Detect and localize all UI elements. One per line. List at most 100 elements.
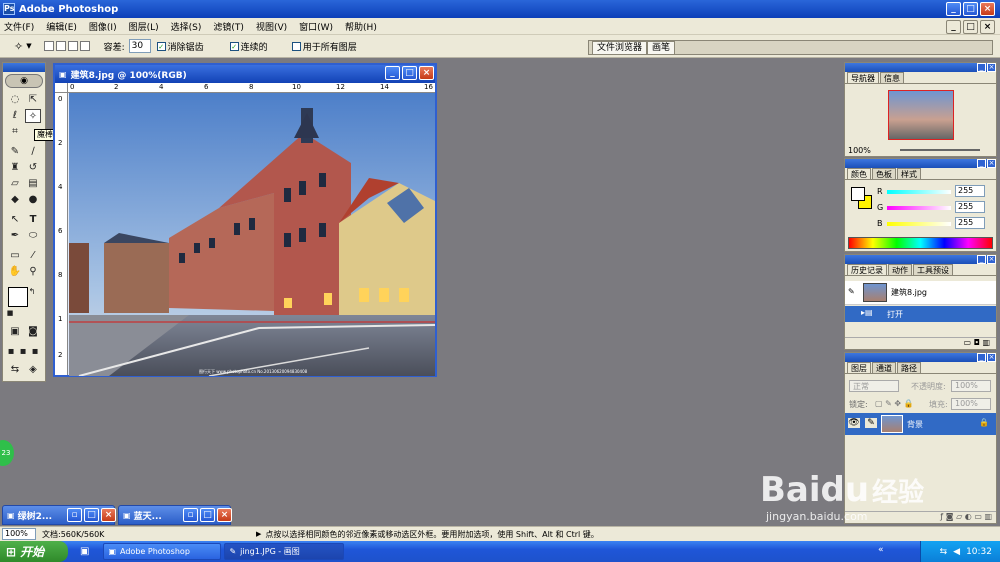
notes-tool-icon[interactable]: ▭ [7,249,23,263]
marquee-tool-icon[interactable]: ◌ [7,93,23,107]
doc-win-close-button[interactable]: × [419,66,434,80]
contiguous-checkbox[interactable]: ✓ [229,41,239,51]
minimize-button[interactable]: _ [946,2,961,16]
healing-brush-icon[interactable]: ✎ [7,145,23,159]
tab-styles[interactable]: 样式 [897,168,921,179]
doc-win-maximize-button[interactable]: □ [402,66,417,80]
crop-tool-icon[interactable]: ⌗ [7,125,23,139]
new-document-icon[interactable]: ▭ [963,338,971,347]
tab-info[interactable]: 信息 [880,72,904,83]
maximize-button[interactable]: □ [200,508,215,522]
maximize-button[interactable]: □ [84,508,99,522]
menu-filter[interactable]: 滤镜(T) [213,20,244,33]
lock-icons[interactable]: ▢ ✎ ✥ 🔒 [875,399,914,408]
taskbar-item-photoshop[interactable]: ▣ Adobe Photoshop [103,543,222,560]
screen-mode-standard-icon[interactable]: ▪ [5,345,17,359]
r-slider[interactable] [887,190,951,194]
pen-tool-icon[interactable]: ✒ [7,229,23,243]
standard-mode-icon[interactable]: ▣ [7,325,23,339]
history-step-row[interactable]: ▸▤ 打开 [845,306,996,322]
zoom-tool-icon[interactable]: ⚲ [25,265,41,279]
dodge-tool-icon[interactable]: ● [25,193,41,207]
quick-launch-icon[interactable]: ▣ [80,546,89,557]
menu-help[interactable]: 帮助(H) [345,20,377,33]
doc-minimize-button[interactable]: _ [946,20,961,34]
default-colors-icon[interactable]: ■ [6,306,14,320]
menu-file[interactable]: 文件(F) [4,20,34,33]
screen-mode-full-menu-icon[interactable]: ▪ [17,345,29,359]
fill-input[interactable]: 100% [951,398,991,410]
color-spectrum-bar[interactable] [848,237,993,249]
eye-visibility-icon[interactable]: 👁 [848,418,860,428]
all-layers-checkbox[interactable] [291,41,301,51]
hand-tool-icon[interactable]: ✋ [7,265,23,279]
clock[interactable]: 10:32 [966,547,992,557]
new-selection-icon[interactable] [43,41,54,51]
opacity-input[interactable]: 100% [951,380,991,392]
status-arrow-icon[interactable]: ▶ [256,530,261,538]
document-title-bar[interactable]: ▣ 建筑8.jpg @ 100%(RGB) _ □ × [55,65,435,83]
navigator-zoom[interactable]: 100% [848,146,871,155]
panel-minimize-icon[interactable]: _ [977,159,986,168]
taskbar-item-paint[interactable]: ✎ jing1.JPG - 画图 [224,543,345,560]
floating-badge[interactable]: 23 [0,440,14,466]
panel-close-icon[interactable]: × [987,63,996,72]
lasso-tool-icon[interactable]: ℓ [7,109,23,123]
panel-close-icon[interactable]: × [987,159,996,168]
status-zoom-input[interactable]: 100% [2,528,36,540]
start-button[interactable]: ⊞ 开始 [0,541,68,562]
layer-row-background[interactable]: 👁 ✎ 背景 🔒 [845,413,996,435]
navigator-thumbnail[interactable] [888,90,954,140]
snapshot-icon[interactable]: ◘ [974,338,980,347]
panel-minimize-icon[interactable]: _ [977,353,986,362]
blend-mode-select[interactable]: 正常 [849,380,899,392]
brush-link-icon[interactable]: ✎ [865,418,877,428]
swap-colors-icon[interactable]: ↰ [27,285,37,299]
panel-close-icon[interactable]: × [987,255,996,264]
b-slider[interactable] [887,222,951,226]
close-button[interactable]: × [980,2,995,16]
magic-wand-icon[interactable]: ✧ [14,40,23,53]
file-browser-tab[interactable]: 文件浏览器 [592,40,648,55]
volume-icon[interactable]: ◀ [953,547,960,557]
r-value[interactable]: 255 [955,185,985,197]
tab-channels[interactable]: 通道 [872,362,896,373]
history-brush-source-icon[interactable]: ✎ [848,287,855,296]
jump-to-imageready-icon[interactable]: ⇆ [7,363,23,377]
close-button[interactable]: × [101,508,116,522]
blur-tool-icon[interactable]: ◆ [7,193,23,207]
doc-close-button[interactable]: × [980,20,995,34]
panel-close-icon[interactable]: × [987,353,996,362]
brushes-tab[interactable]: 画笔 [647,40,676,55]
minimized-window-2[interactable]: ▣ 蓝天... ▫ □ × [118,505,232,525]
menu-layer[interactable]: 图层(L) [129,20,159,33]
maximize-button[interactable]: □ [963,2,978,16]
add-selection-icon[interactable] [55,41,66,51]
tab-navigator[interactable]: 导航器 [847,72,879,83]
subtract-selection-icon[interactable] [67,41,78,51]
imageready-icon[interactable]: ◈ [25,363,41,377]
history-snapshot-row[interactable]: ✎ 建筑8.jpg [845,281,996,305]
panel-minimize-icon[interactable]: _ [977,63,986,72]
restore-button[interactable]: ▫ [67,508,82,522]
tab-color[interactable]: 颜色 [847,168,871,179]
gradient-tool-icon[interactable]: ▤ [25,177,41,191]
intersect-selection-icon[interactable] [79,41,90,51]
tab-swatches[interactable]: 色板 [872,168,896,179]
tab-paths[interactable]: 路径 [897,362,921,373]
eraser-tool-icon[interactable]: ▱ [7,177,23,191]
image-canvas[interactable]: 图行天下 www.photophoto.cn No.20130620094830… [69,93,435,376]
minimized-window-1[interactable]: ▣ 绿树2... ▫ □ × [2,505,116,525]
path-select-icon[interactable]: ↖ [7,213,23,227]
type-tool-icon[interactable]: T [25,213,41,227]
tolerance-input[interactable] [128,39,151,53]
tray-expand-icon[interactable]: « [878,545,884,555]
g-value[interactable]: 255 [955,201,985,213]
clone-stamp-icon[interactable]: ♜ [7,161,23,175]
tab-actions[interactable]: 动作 [888,264,912,275]
ruler-origin[interactable] [55,83,68,93]
network-icon[interactable]: ⇆ [940,547,948,557]
g-slider[interactable] [887,206,951,210]
close-button[interactable]: × [217,508,232,522]
shape-tool-icon[interactable]: ⬭ [25,229,41,243]
